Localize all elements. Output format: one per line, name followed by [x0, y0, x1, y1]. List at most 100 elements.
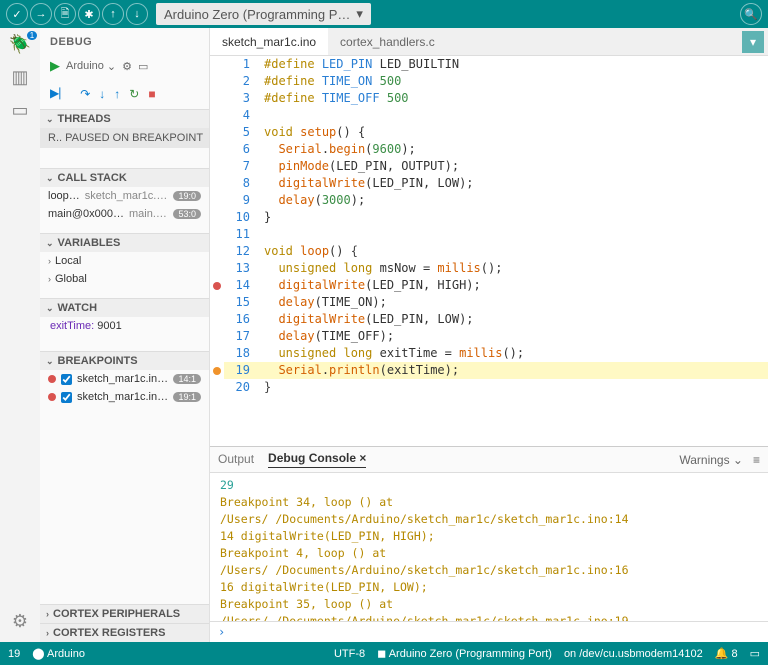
code-content: unsigned long exitTime = millis();	[260, 345, 768, 362]
gutter-breakpoint[interactable]	[210, 277, 224, 294]
search-button[interactable]: 🔍	[740, 3, 762, 25]
code-line[interactable]: 13 unsigned long msNow = millis();	[210, 260, 768, 277]
layout-icon[interactable]: ▭	[750, 647, 760, 660]
step-into-icon[interactable]: ↓	[99, 87, 105, 101]
tab-menu-button[interactable]: ▾	[742, 31, 764, 53]
step-out-icon[interactable]: ↑	[114, 87, 120, 101]
status-mode[interactable]: ⬤ Arduino	[32, 647, 85, 660]
step-over-icon[interactable]: ↷	[80, 87, 90, 101]
gutter-breakpoint[interactable]	[210, 90, 224, 107]
monitor-icon[interactable]: ▥	[11, 67, 28, 88]
status-port[interactable]: on /dev/cu.usbmodem14102	[564, 648, 703, 660]
code-content: }	[260, 379, 768, 396]
variable-scope[interactable]: ›Local	[40, 252, 209, 270]
board-selector[interactable]: Arduino Zero (Programming P… ▾	[156, 3, 371, 25]
gutter-breakpoint[interactable]	[210, 345, 224, 362]
variable-scope[interactable]: ›Global	[40, 270, 209, 288]
code-line[interactable]: 1#define LED_PIN LED_BUILTIN	[210, 56, 768, 73]
verify-button[interactable]: ✓	[6, 3, 28, 25]
code-editor[interactable]: 1#define LED_PIN LED_BUILTIN2#define TIM…	[210, 56, 768, 446]
code-line[interactable]: 14 digitalWrite(LED_PIN, HIGH);	[210, 277, 768, 294]
status-line[interactable]: 19	[8, 648, 20, 660]
code-line[interactable]: 17 delay(TIME_OFF);	[210, 328, 768, 345]
code-line[interactable]: 12void loop() {	[210, 243, 768, 260]
upload-button[interactable]: →	[30, 3, 52, 25]
watch-header[interactable]: ⌄WATCH	[40, 298, 209, 317]
gutter-breakpoint[interactable]	[210, 158, 224, 175]
tab-debug-console[interactable]: Debug Console ×	[268, 451, 366, 468]
restart-icon[interactable]: ↻	[129, 87, 139, 101]
cortex-registers-header[interactable]: ›CORTEX REGISTERS	[40, 623, 209, 642]
start-debug-icon[interactable]: ▶	[50, 58, 60, 74]
breakpoint-item[interactable]: sketch_mar1c.in…14:1	[40, 370, 209, 388]
gutter-breakpoint[interactable]	[210, 73, 224, 90]
code-line[interactable]: 2#define TIME_ON 500	[210, 73, 768, 90]
gutter-breakpoint[interactable]	[210, 56, 224, 73]
line-number: 7	[224, 158, 260, 175]
settings-icon[interactable]: ≡	[753, 453, 760, 467]
paused-thread[interactable]: R.. PAUSED ON BREAKPOINT	[40, 128, 209, 148]
code-line[interactable]: 8 digitalWrite(LED_PIN, LOW);	[210, 175, 768, 192]
watch-item[interactable]: exitTime: 9001	[40, 317, 209, 335]
code-line[interactable]: 18 unsigned long exitTime = millis();	[210, 345, 768, 362]
variables-header[interactable]: ⌄VARIABLES	[40, 233, 209, 252]
save-button[interactable]: ↓	[126, 3, 148, 25]
gutter-breakpoint[interactable]	[210, 379, 224, 396]
continue-icon[interactable]: ▶⎸	[50, 86, 71, 101]
stop-icon[interactable]: ■	[148, 87, 155, 101]
settings-gear-icon[interactable]: ⚙	[12, 611, 28, 632]
gutter-breakpoint[interactable]	[210, 243, 224, 260]
debug-target-select[interactable]: Arduino ⌄	[66, 60, 116, 73]
status-notifications[interactable]: 🔔 8	[715, 647, 738, 660]
code-line[interactable]: 15 delay(TIME_ON);	[210, 294, 768, 311]
code-line[interactable]: 11	[210, 226, 768, 243]
editor-tab[interactable]: cortex_handlers.c	[328, 28, 447, 55]
breakpoint-checkbox[interactable]	[61, 374, 72, 385]
code-line[interactable]: 20}	[210, 379, 768, 396]
threads-header[interactable]: ⌄THREADS	[40, 109, 209, 128]
status-board[interactable]: ◼ Arduino Zero (Programming Port)	[377, 647, 552, 660]
breakpoints-header[interactable]: ⌄BREAKPOINTS	[40, 351, 209, 370]
tab-output[interactable]: Output	[218, 452, 254, 468]
gutter-breakpoint[interactable]	[210, 175, 224, 192]
gutter-breakpoint[interactable]	[210, 328, 224, 345]
debug-button[interactable]: ✱	[78, 3, 100, 25]
code-line[interactable]: 9 delay(3000);	[210, 192, 768, 209]
gutter-breakpoint[interactable]	[210, 141, 224, 158]
filter-dropdown[interactable]: Warnings ⌄	[679, 453, 743, 467]
debug-view-icon[interactable]: 🪲1	[9, 34, 31, 55]
gutter-breakpoint[interactable]	[210, 192, 224, 209]
calendar-icon[interactable]: ▭	[11, 100, 28, 121]
gutter-breakpoint[interactable]	[210, 362, 224, 379]
editor-tab[interactable]: sketch_mar1c.ino	[210, 28, 328, 55]
console-input[interactable]: ›	[210, 621, 768, 642]
new-sketch-button[interactable]: 🗎	[54, 3, 76, 25]
gear-icon[interactable]: ⚙	[122, 60, 132, 73]
debug-console[interactable]: 29Breakpoint 34, loop () at/Users/ /Docu…	[210, 473, 768, 621]
close-icon[interactable]: ×	[359, 451, 366, 465]
gutter-breakpoint[interactable]	[210, 294, 224, 311]
cortex-peripherals-header[interactable]: ›CORTEX PERIPHERALS	[40, 604, 209, 623]
gutter-breakpoint[interactable]	[210, 226, 224, 243]
gutter-breakpoint[interactable]	[210, 124, 224, 141]
code-line[interactable]: 5void setup() {	[210, 124, 768, 141]
callstack-header[interactable]: ⌄CALL STACK	[40, 168, 209, 187]
gutter-breakpoint[interactable]	[210, 311, 224, 328]
code-line[interactable]: 7 pinMode(LED_PIN, OUTPUT);	[210, 158, 768, 175]
code-line[interactable]: 19 Serial.println(exitTime);	[210, 362, 768, 379]
open-button[interactable]: ↑	[102, 3, 124, 25]
breakpoint-item[interactable]: sketch_mar1c.in…19:1	[40, 388, 209, 406]
code-line[interactable]: 6 Serial.begin(9600);	[210, 141, 768, 158]
stack-frame[interactable]: main@0x000…main.cpp53:0	[40, 205, 209, 223]
console-icon[interactable]: ▭	[138, 60, 148, 73]
code-line[interactable]: 10}	[210, 209, 768, 226]
gutter-breakpoint[interactable]	[210, 260, 224, 277]
code-line[interactable]: 4	[210, 107, 768, 124]
gutter-breakpoint[interactable]	[210, 107, 224, 124]
breakpoint-checkbox[interactable]	[61, 392, 72, 403]
status-encoding[interactable]: UTF-8	[334, 648, 365, 660]
code-line[interactable]: 3#define TIME_OFF 500	[210, 90, 768, 107]
stack-frame[interactable]: loop…sketch_mar1c.ino19:0	[40, 187, 209, 205]
gutter-breakpoint[interactable]	[210, 209, 224, 226]
code-line[interactable]: 16 digitalWrite(LED_PIN, LOW);	[210, 311, 768, 328]
